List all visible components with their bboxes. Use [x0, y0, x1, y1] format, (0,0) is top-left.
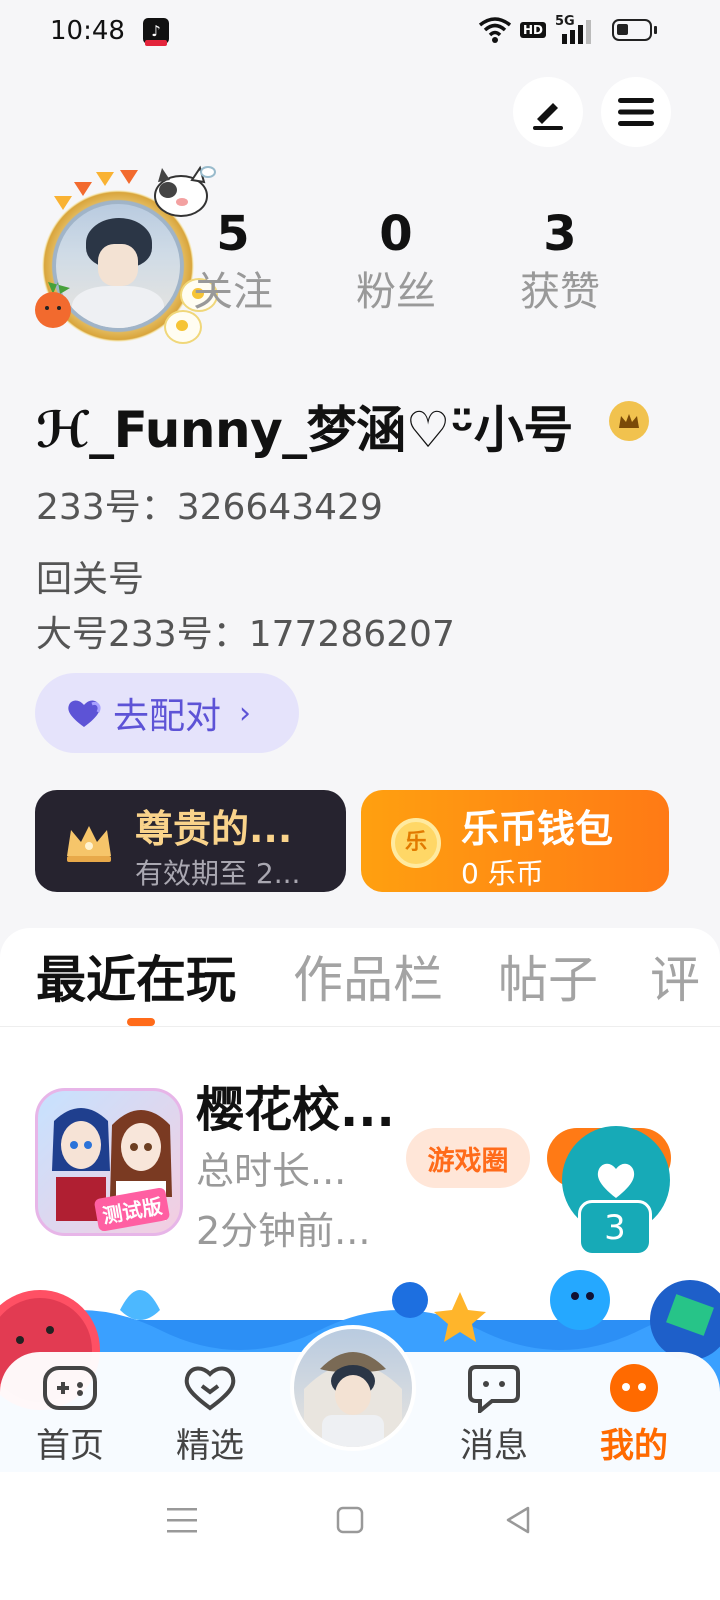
pair-button-label: 去配对 [113, 696, 222, 737]
home-button[interactable] [320, 1500, 380, 1540]
coin-icon: 乐 [391, 818, 441, 868]
vip-title: 尊贵的... [135, 807, 293, 851]
nav-me[interactable]: 我的 [574, 1362, 694, 1467]
nav-center-avatar[interactable] [290, 1325, 416, 1451]
vip-crown-icon[interactable] [609, 401, 649, 441]
game-icon[interactable]: 测试版 [35, 1088, 183, 1236]
floating-like-widget[interactable]: 3 [562, 1126, 670, 1256]
stat-fans[interactable]: 0 粉丝 [326, 206, 466, 318]
nav-label: 精选 [176, 1426, 244, 1466]
recent-apps-button[interactable] [152, 1500, 212, 1540]
signal-icon [560, 20, 592, 48]
wallet-balance: 0 乐币 [461, 857, 544, 890]
pencil-icon [533, 103, 563, 130]
pair-button[interactable]: 去配对 › [35, 673, 299, 753]
back-triangle-icon [506, 1506, 530, 1534]
divider [0, 1026, 720, 1027]
hamburger-menu-icon [618, 98, 654, 126]
tab-recent-playing[interactable]: 最近在玩 [36, 940, 236, 1012]
username: ℋ_Funny_梦涵♡ᵕ̈小号 [36, 401, 573, 459]
nav-label: 首页 [36, 1426, 104, 1466]
bio-line: 大号233号：177286207 [36, 614, 455, 655]
gamepad-icon [43, 1366, 97, 1410]
stat-label: 粉丝 [356, 269, 436, 315]
wifi-icon [478, 16, 512, 48]
menu-button[interactable] [601, 77, 671, 147]
square-icon [336, 1506, 364, 1534]
bio-line: 回关号 [36, 559, 145, 600]
profile-dots-icon [610, 1364, 658, 1412]
battery-icon [612, 19, 657, 41]
status-time: 10:48 [50, 16, 125, 46]
edit-profile-button[interactable] [513, 77, 583, 147]
tab-active-indicator [127, 1018, 155, 1026]
nav-home[interactable]: 首页 [10, 1362, 130, 1467]
stat-label: 关注 [193, 269, 273, 315]
game-last-played: 2分钟前... [196, 1209, 371, 1253]
vip-card[interactable]: 尊贵的... 有效期至 2... [35, 790, 346, 892]
crown-icon [67, 826, 111, 862]
flag-decoration [74, 182, 92, 196]
nav-label: 消息 [460, 1426, 528, 1466]
flag-decoration [120, 170, 138, 184]
user-id: 233号：326643429 [36, 487, 383, 528]
stat-likes[interactable]: 3 获赞 [490, 206, 630, 318]
tab-reviews[interactable]: 评 [650, 940, 700, 1012]
chat-icon [468, 1365, 520, 1413]
wallet-card[interactable]: 乐 乐币钱包 0 乐币 [361, 790, 669, 892]
chevron-right-icon: › [239, 695, 252, 731]
wallet-title: 乐币钱包 [461, 807, 614, 851]
carrot-sticker-icon [35, 282, 71, 328]
nav-featured[interactable]: 精选 [150, 1362, 270, 1467]
game-title[interactable]: 樱花校... [196, 1070, 395, 1140]
hd-badge: HD [520, 22, 547, 38]
flag-decoration [96, 172, 114, 186]
stat-following[interactable]: 5 关注 [163, 206, 303, 318]
nav-label: 我的 [600, 1426, 668, 1466]
flag-decoration [54, 196, 72, 210]
stat-value: 5 [216, 206, 250, 262]
heart-chat-icon [184, 1366, 236, 1411]
tab-posts[interactable]: 帖子 [498, 940, 598, 1012]
menu-lines-icon [167, 1508, 197, 1533]
back-button[interactable] [488, 1500, 548, 1540]
stat-value: 0 [379, 206, 413, 262]
game-circle-button[interactable]: 游戏圈 [406, 1128, 530, 1188]
heart-icon [68, 700, 101, 727]
tab-works[interactable]: 作品栏 [293, 940, 443, 1012]
vip-expiry: 有效期至 2... [135, 857, 301, 890]
nav-messages[interactable]: 消息 [434, 1362, 554, 1467]
tiktok-icon: ♪ [143, 18, 169, 46]
stat-label: 获赞 [520, 269, 600, 315]
like-count: 3 [578, 1200, 652, 1256]
stat-value: 3 [543, 206, 577, 262]
game-playtime: 总时长... [196, 1149, 347, 1193]
tabs-bar: 最近在玩 作品栏 帖子 评 [0, 940, 720, 1028]
